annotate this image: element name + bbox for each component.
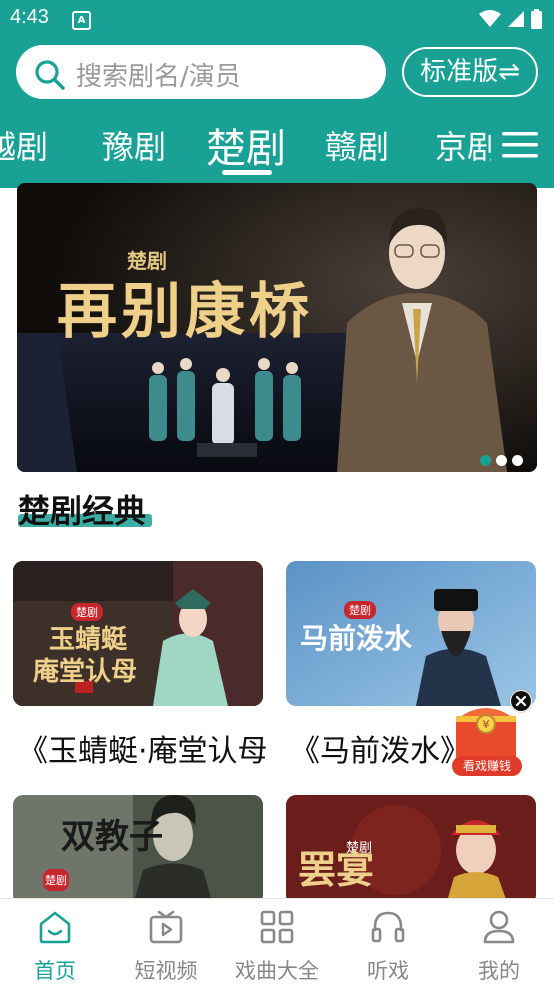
active-tab-indicator xyxy=(222,170,272,175)
reward-widget[interactable]: ¥ 看戏赚钱 xyxy=(446,690,532,776)
user-icon xyxy=(483,910,515,944)
signal-icon xyxy=(508,11,524,27)
wifi-icon xyxy=(479,10,501,27)
tab-jingju[interactable]: 京剧 xyxy=(435,122,491,168)
video-card-thumbnail[interactable]: 楚剧 玉蜻蜓 庵堂认母 xyxy=(13,561,263,706)
video-card-title[interactable]: 《马前泼水》 xyxy=(290,726,465,770)
carousel-dot[interactable] xyxy=(480,455,491,466)
tab-clip-right: 京剧 xyxy=(435,112,491,182)
banner-carousel[interactable]: 楚剧 再别康桥 xyxy=(17,183,537,472)
tab-ganju[interactable]: 赣剧 xyxy=(325,122,389,168)
carousel-dot[interactable] xyxy=(496,455,507,466)
grid-icon xyxy=(260,910,294,944)
tab-yuju[interactable]: 豫剧 xyxy=(102,122,166,168)
nav-label: 短视频 xyxy=(134,959,198,983)
poster-badge: 楚剧 xyxy=(43,869,69,891)
version-toggle-button[interactable]: 标准版⇌ xyxy=(402,47,538,97)
carousel-indicator xyxy=(480,455,523,466)
nav-label: 我的 xyxy=(478,959,520,983)
nav-opera-library[interactable]: 戏曲大全 xyxy=(222,899,332,985)
video-card-thumbnail[interactable]: 双教子 楚剧 xyxy=(13,795,263,905)
search-input[interactable]: 搜索剧名/演员 xyxy=(16,45,386,99)
nav-short-video[interactable]: 短视频 xyxy=(111,899,221,985)
video-card-thumbnail[interactable]: 楚剧 马前泼水 xyxy=(286,561,536,706)
video-card-title[interactable]: 《玉蜻蜓·庵堂认母》 xyxy=(18,726,268,770)
search-placeholder: 搜索剧名/演员 xyxy=(76,62,241,92)
status-bar: 4:43 A xyxy=(0,0,554,36)
tab-chuju[interactable]: 楚剧 xyxy=(206,116,286,174)
banner-title: 再别康桥 xyxy=(57,277,313,347)
close-icon xyxy=(511,691,531,711)
section-title: 楚剧经典 xyxy=(18,492,147,530)
nav-label: 戏曲大全 xyxy=(235,959,319,983)
poster-title: 庵堂认母 xyxy=(33,657,138,687)
tv-icon xyxy=(149,910,183,944)
nav-label: 首页 xyxy=(34,959,76,983)
poster-title: 双教子 xyxy=(61,817,163,857)
home-icon xyxy=(39,911,71,944)
nav-home[interactable]: 首页 xyxy=(0,899,110,985)
svg-text:¥: ¥ xyxy=(483,718,490,731)
category-tabs: 越剧 豫剧 楚剧 赣剧 京剧 xyxy=(0,112,554,182)
poster-title: 马前泼水 xyxy=(300,622,413,655)
battery-icon xyxy=(531,9,542,29)
system-icons xyxy=(479,9,542,29)
notification-icon: A xyxy=(72,11,91,30)
nav-label: 听戏 xyxy=(367,959,409,983)
status-time: 4:43 xyxy=(10,6,49,28)
headphones-icon xyxy=(371,911,405,943)
poster-title: 罢宴 xyxy=(298,847,375,892)
video-card-thumbnail[interactable]: 楚剧 罢宴 xyxy=(286,795,536,905)
bottom-navigation: 首页 短视频 戏曲大全 听戏 我的 xyxy=(0,898,554,985)
menu-icon[interactable] xyxy=(502,130,538,160)
reward-label: 看戏赚钱 xyxy=(452,756,522,776)
nav-profile[interactable]: 我的 xyxy=(444,899,554,985)
carousel-dot[interactable] xyxy=(512,455,523,466)
search-icon xyxy=(35,60,65,90)
close-button[interactable] xyxy=(510,690,532,712)
tab-clip: 越剧 xyxy=(0,112,62,182)
tab-yueju[interactable]: 越剧 xyxy=(0,122,48,168)
nav-listen[interactable]: 听戏 xyxy=(333,899,443,985)
